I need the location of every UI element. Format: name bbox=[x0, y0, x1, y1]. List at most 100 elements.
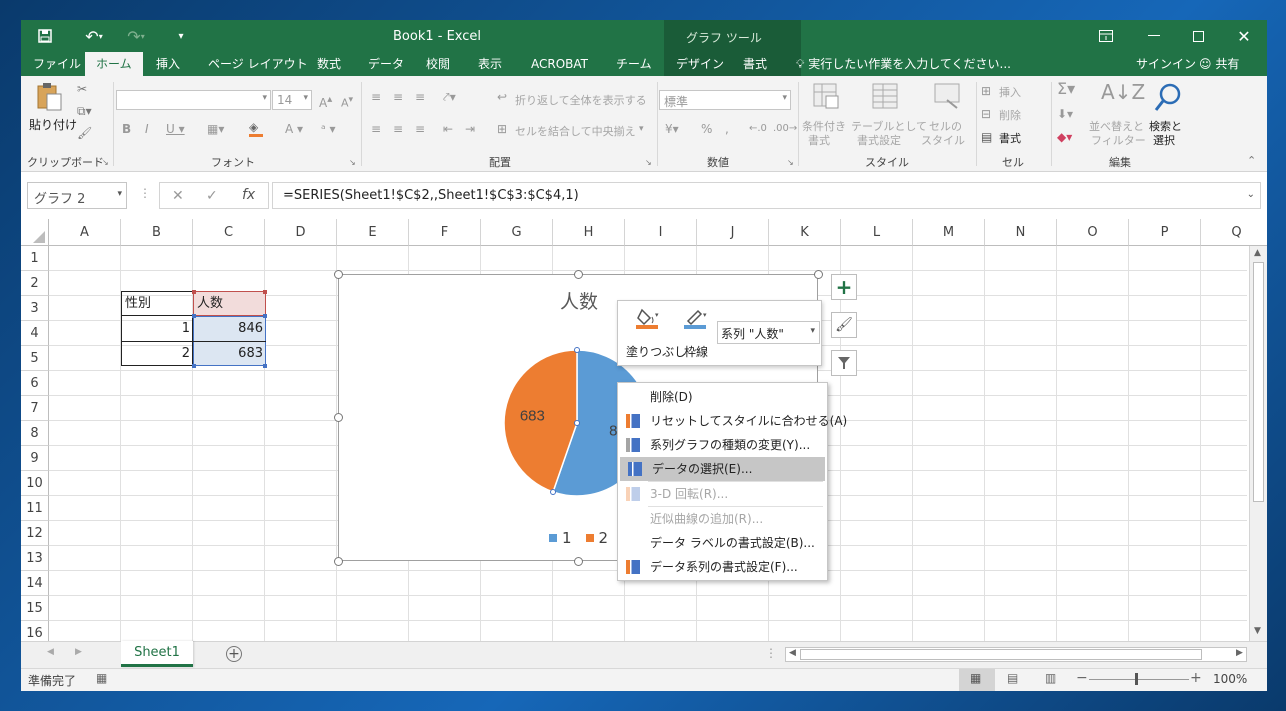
next-sheet-icon[interactable]: ▶ bbox=[75, 647, 82, 657]
minimize-icon[interactable] bbox=[1139, 24, 1169, 48]
font-color-icon[interactable]: A ▾ bbox=[285, 122, 303, 136]
phonetic-icon[interactable]: ᵃ ▾ bbox=[321, 122, 336, 136]
cell-b4[interactable]: 2 bbox=[122, 341, 193, 366]
legend-entry-2[interactable]: 2 bbox=[585, 529, 608, 547]
tab-home[interactable]: ホーム bbox=[85, 52, 143, 76]
tab-data[interactable]: データ bbox=[368, 52, 404, 76]
name-box[interactable]: グラフ 2 ▾ bbox=[27, 182, 127, 209]
row-header-16[interactable]: 16 bbox=[21, 621, 49, 641]
prev-sheet-icon[interactable]: ◀ bbox=[47, 647, 54, 657]
tell-me-box[interactable]: 💡︎ 実行したい作業を入力してください... bbox=[796, 52, 1011, 76]
copy-icon[interactable]: ⧉▾ bbox=[77, 104, 92, 118]
delete-cells-icon[interactable]: ⊟ bbox=[981, 107, 991, 121]
tab-formulas[interactable]: 数式 bbox=[317, 52, 341, 76]
fill-icon[interactable]: ⬇▾ bbox=[1057, 107, 1073, 121]
row-header-1[interactable]: 1 bbox=[21, 246, 49, 271]
chart-resize-handle[interactable] bbox=[334, 557, 343, 566]
column-header-j[interactable]: J bbox=[697, 219, 769, 246]
font-launcher-icon[interactable]: ↘ bbox=[349, 156, 356, 170]
chart-filters-button[interactable] bbox=[831, 350, 857, 376]
save-icon[interactable] bbox=[35, 26, 55, 46]
horizontal-scrollbar[interactable]: ◀ ▶ bbox=[785, 647, 1247, 662]
format-cells-icon[interactable]: ▤ bbox=[981, 130, 992, 144]
row-header-3[interactable]: 3 bbox=[21, 296, 49, 321]
align-center-icon[interactable]: ≡ bbox=[393, 122, 403, 136]
column-header-h[interactable]: H bbox=[553, 219, 625, 246]
row-header-10[interactable]: 10 bbox=[21, 471, 49, 496]
tab-split-grip-icon[interactable]: ⋮ bbox=[765, 646, 777, 660]
cell-c2[interactable]: 人数 bbox=[194, 291, 226, 316]
formula-input[interactable]: =SERIES(Sheet1!$C$2,,Sheet1!$C$3:$C$4,1)… bbox=[272, 182, 1261, 209]
share-button[interactable]: ☺ 共有 bbox=[1199, 52, 1239, 76]
column-header-a[interactable]: A bbox=[49, 219, 121, 246]
merge-center-icon[interactable]: ⊞ bbox=[497, 122, 507, 136]
zoom-slider-thumb[interactable] bbox=[1135, 673, 1138, 685]
row-header-9[interactable]: 9 bbox=[21, 446, 49, 471]
row-header-15[interactable]: 15 bbox=[21, 596, 49, 621]
scroll-down-icon[interactable]: ▼ bbox=[1254, 626, 1261, 636]
align-top-icon[interactable]: ≡ bbox=[371, 90, 381, 104]
zoom-slider[interactable] bbox=[1089, 679, 1189, 680]
underline-icon[interactable]: U ▾ bbox=[166, 122, 185, 136]
close-icon[interactable]: ✕ bbox=[1229, 24, 1259, 48]
tab-page-layout[interactable]: ページ レイアウト bbox=[208, 52, 308, 76]
number-format-combo[interactable]: 標準 ▾ bbox=[659, 90, 791, 110]
comma-icon[interactable]: , bbox=[725, 122, 729, 136]
format-as-table-button[interactable]: テーブルとして 書式設定 bbox=[851, 80, 927, 147]
orientation-icon[interactable]: ⤤▾ bbox=[443, 90, 456, 104]
column-header-e[interactable]: E bbox=[337, 219, 409, 246]
row-header-13[interactable]: 13 bbox=[21, 546, 49, 571]
series-selection-handle[interactable] bbox=[574, 420, 580, 426]
chart-resize-handle[interactable] bbox=[574, 557, 583, 566]
tab-file[interactable]: ファイル bbox=[33, 52, 81, 76]
column-header-b[interactable]: B bbox=[121, 219, 193, 246]
column-header-m[interactable]: M bbox=[913, 219, 985, 246]
undo-icon[interactable]: ↶ ▾ bbox=[79, 25, 109, 47]
zoom-level[interactable]: 100% bbox=[1213, 672, 1247, 686]
row-header-2[interactable]: 2 bbox=[21, 271, 49, 296]
row-header-11[interactable]: 11 bbox=[21, 496, 49, 521]
cell-b2[interactable]: 性別 bbox=[122, 291, 154, 316]
bold-icon[interactable]: B bbox=[122, 122, 131, 136]
column-header-q[interactable]: Q bbox=[1201, 219, 1267, 246]
decrease-indent-icon[interactable]: ⇤ bbox=[443, 122, 453, 136]
customize-qat-icon[interactable]: ▾ bbox=[171, 25, 191, 47]
cell-b3[interactable]: 1 bbox=[122, 316, 193, 341]
insert-function-icon[interactable]: fx bbox=[242, 187, 255, 203]
find-select-button[interactable]: 検索と 選択 bbox=[1147, 80, 1191, 147]
row-header-12[interactable]: 12 bbox=[21, 521, 49, 546]
cancel-icon[interactable]: ✕ bbox=[172, 188, 184, 204]
row-header-4[interactable]: 4 bbox=[21, 321, 49, 346]
column-header-g[interactable]: G bbox=[481, 219, 553, 246]
context-menu-item-7[interactable]: データ系列の書式設定(F)... bbox=[618, 555, 827, 579]
increase-font-icon[interactable]: A▴ bbox=[319, 93, 332, 110]
cut-icon[interactable]: ✂ bbox=[77, 82, 87, 96]
chart-resize-handle[interactable] bbox=[334, 413, 343, 422]
context-menu-item-1[interactable]: リセットしてスタイルに合わせる(A) bbox=[618, 409, 847, 433]
chart-resize-handle[interactable] bbox=[574, 270, 583, 279]
alignment-launcher-icon[interactable]: ↘ bbox=[645, 156, 652, 170]
tab-format[interactable]: 書式 bbox=[743, 52, 767, 76]
sheet-tab-sheet1[interactable]: Sheet1 bbox=[121, 641, 193, 667]
row-header-8[interactable]: 8 bbox=[21, 421, 49, 446]
merge-dropdown-icon[interactable]: ▾ bbox=[639, 122, 644, 136]
row-header-7[interactable]: 7 bbox=[21, 396, 49, 421]
context-menu-item-0[interactable]: 削除(D) bbox=[618, 385, 827, 409]
row-header-6[interactable]: 6 bbox=[21, 371, 49, 396]
tab-team[interactable]: チーム bbox=[616, 52, 652, 76]
column-header-n[interactable]: N bbox=[985, 219, 1057, 246]
chart-elements-button[interactable]: + bbox=[831, 274, 857, 300]
fill-color-icon[interactable]: ◈ bbox=[249, 120, 263, 137]
series-selector[interactable]: 系列 "人数" ▾ bbox=[717, 321, 820, 344]
series-selection-handle[interactable] bbox=[574, 347, 580, 353]
data-label-2[interactable]: 683 bbox=[520, 407, 545, 424]
macro-record-icon[interactable]: ▦ bbox=[96, 671, 107, 685]
tab-view[interactable]: 表示 bbox=[478, 52, 502, 76]
scroll-left-icon[interactable]: ◀ bbox=[789, 648, 796, 658]
italic-icon[interactable]: I bbox=[145, 122, 149, 136]
paste-button[interactable]: 貼り付け bbox=[29, 80, 77, 140]
currency-icon[interactable]: ¥▾ bbox=[665, 122, 679, 136]
zoom-out-icon[interactable]: − bbox=[1076, 670, 1088, 686]
chart-styles-button[interactable]: 🖌︎ bbox=[831, 312, 857, 338]
maximize-icon[interactable] bbox=[1183, 24, 1213, 48]
